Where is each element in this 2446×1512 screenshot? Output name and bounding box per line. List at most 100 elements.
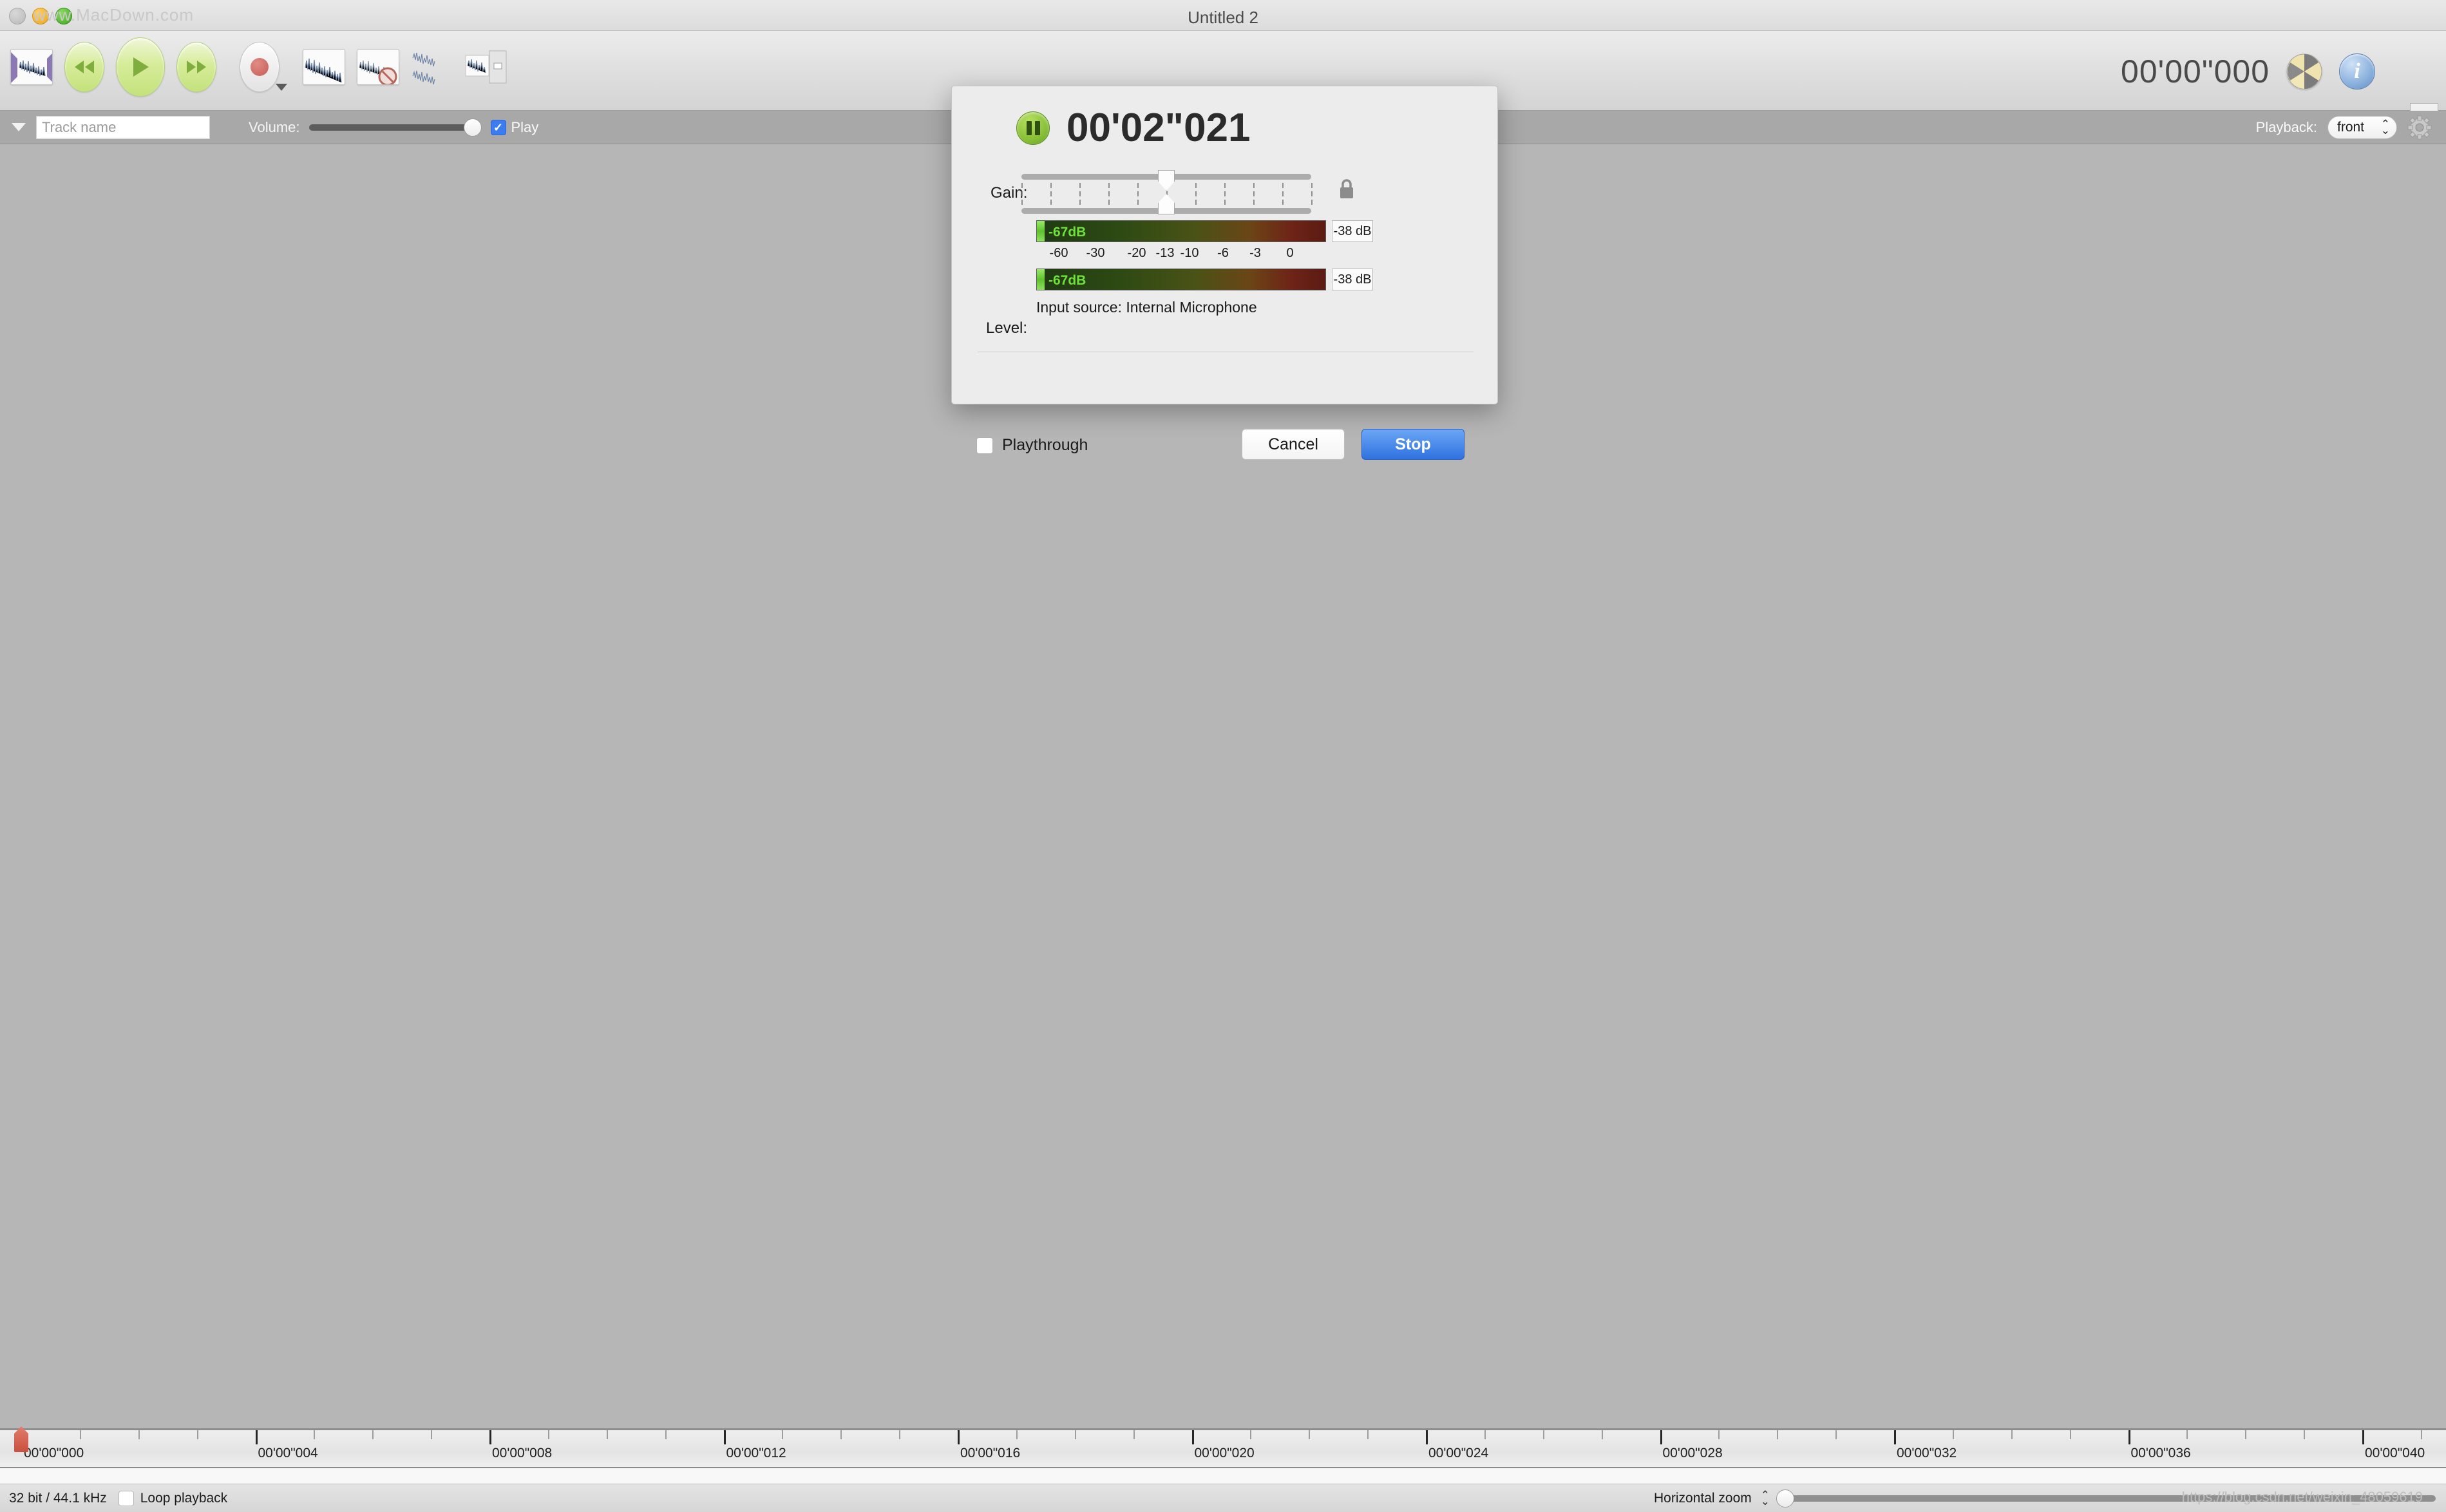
- level-scale-tick: -6: [1217, 246, 1229, 260]
- trim-selection-button[interactable]: [10, 49, 53, 85]
- scroll-track[interactable]: [0, 1468, 2446, 1484]
- audio-format-label: 32 bit / 44.1 kHz: [9, 1490, 107, 1506]
- edit-waveform-button[interactable]: [465, 49, 507, 85]
- horizontal-zoom-knob[interactable]: [1776, 1489, 1794, 1507]
- volume-slider[interactable]: [308, 118, 482, 137]
- play-toggle[interactable]: Play: [490, 118, 539, 136]
- gain-tick: [1282, 183, 1284, 205]
- record-button[interactable]: [240, 42, 287, 92]
- ruler-tick-label: 00'00"004: [258, 1446, 318, 1460]
- playback-select[interactable]: front ⌃ ⌄: [2327, 115, 2397, 139]
- ruler-tick-label: 00'00"036: [2130, 1446, 2191, 1460]
- disclosure-triangle-icon[interactable]: [12, 123, 26, 131]
- volume-slider-knob[interactable]: [463, 118, 482, 137]
- ruler-tick-minor: [840, 1430, 842, 1439]
- ruler-tick-label: 00'00"032: [1897, 1446, 1957, 1460]
- input-source-label: Input source: Internal Microphone: [1036, 299, 1257, 316]
- gain-control: Gain:: [952, 170, 1499, 215]
- ruler-tick-minor: [314, 1430, 316, 1439]
- ruler-tick-minor: [547, 1430, 549, 1439]
- ruler-tick-minor: [2069, 1430, 2071, 1439]
- level-scale-tick: -60: [1049, 246, 1068, 260]
- ruler-tick-major: [723, 1430, 726, 1444]
- ruler-tick-label: 00'00"012: [726, 1446, 786, 1460]
- playthrough-label: Playthrough: [1002, 436, 1088, 454]
- status-bar: 32 bit / 44.1 kHz Loop playback Horizont…: [0, 1484, 2446, 1512]
- gain-tick: [1079, 183, 1081, 205]
- ruler-tick-minor: [665, 1430, 667, 1439]
- gain-tick: [1137, 183, 1139, 205]
- gear-icon[interactable]: [2407, 115, 2432, 140]
- loop-playback-label: Loop playback: [140, 1490, 228, 1506]
- rewind-icon: [64, 42, 104, 92]
- level-meter-right-reading: -67dB: [1048, 273, 1086, 288]
- ruler-tick-major: [1426, 1430, 1428, 1444]
- level-scale-tick: -20: [1127, 246, 1146, 260]
- ruler-tick-major: [255, 1430, 258, 1444]
- gain-tick: [1224, 183, 1226, 205]
- ruler-tick-minor: [1835, 1430, 1837, 1439]
- play-icon: [116, 37, 165, 97]
- ruler-tick-minor: [1133, 1430, 1135, 1439]
- play-label: Play: [511, 118, 539, 135]
- ruler-tick-label: 00'00"024: [1428, 1446, 1489, 1460]
- normalize-button[interactable]: [303, 49, 345, 85]
- gain-tick: [1050, 183, 1052, 205]
- pause-icon[interactable]: [1016, 111, 1050, 145]
- play-button[interactable]: [116, 37, 165, 97]
- ruler-tick-major: [1894, 1430, 1896, 1444]
- zoom-stepper-icon[interactable]: ⌃ ⌄: [1761, 1489, 1770, 1507]
- record-options-caret-icon[interactable]: [276, 84, 287, 91]
- ruler-tick-minor: [431, 1430, 433, 1439]
- lock-icon[interactable]: [1338, 178, 1355, 200]
- info-icon[interactable]: i: [2339, 53, 2375, 90]
- silence-button[interactable]: [357, 49, 399, 85]
- ruler-tick-major: [1191, 1430, 1194, 1444]
- db-field-left[interactable]: -38 dB: [1332, 220, 1373, 242]
- ruler-tick-minor: [1601, 1430, 1603, 1439]
- loop-playback-checkbox[interactable]: [118, 1490, 134, 1506]
- cancel-button[interactable]: Cancel: [1242, 429, 1345, 460]
- stop-button[interactable]: Stop: [1361, 429, 1465, 460]
- gain-tick: [1311, 183, 1313, 205]
- burn-icon[interactable]: [2286, 53, 2322, 90]
- gain-tick: [1021, 183, 1023, 205]
- horizontal-zoom-label: Horizontal zoom: [1654, 1490, 1752, 1506]
- ruler-tick-label: 00'00"028: [1662, 1446, 1723, 1460]
- playhead-marker-icon[interactable]: [14, 1426, 28, 1452]
- dialog-clock: 00'02"021: [1067, 106, 1251, 150]
- gain-tick: [1253, 183, 1255, 205]
- ruler-tick-minor: [1484, 1430, 1486, 1439]
- level-label: Level:: [986, 319, 1028, 337]
- ruler-tick-minor: [1952, 1430, 1954, 1439]
- watermark-bottom: https://blog.csdn.net/weixin_48059619: [2181, 1489, 2423, 1505]
- playthrough-checkbox[interactable]: [976, 437, 993, 454]
- title-bar: www.MacDown.com Untitled 2: [0, 0, 2446, 31]
- level-scale-tick: -10: [1180, 246, 1199, 260]
- ruler-tick-minor: [1542, 1430, 1544, 1439]
- normalize-icon: [303, 49, 345, 85]
- ruler-tick-minor: [2304, 1430, 2306, 1439]
- ruler-tick-minor: [372, 1430, 374, 1439]
- db-field-right[interactable]: -38 dB: [1332, 269, 1373, 290]
- ruler-tick-minor: [1074, 1430, 1076, 1439]
- rewind-button[interactable]: [64, 42, 104, 92]
- volume-label: Volume:: [249, 118, 300, 135]
- ruler-tick-minor: [2420, 1430, 2422, 1439]
- timeline-ruler[interactable]: 00'00"000 00'00"004 00'00"008 00'00"012 00'0…: [0, 1426, 2446, 1468]
- fast-forward-button[interactable]: [176, 42, 216, 92]
- chevron-updown-icon: ⌃ ⌄: [2380, 118, 2390, 137]
- ruler-tick-minor: [2011, 1430, 2013, 1439]
- split-channels-button[interactable]: [411, 49, 453, 85]
- ruler-tick-minor: [1777, 1430, 1779, 1439]
- ruler-tick-label: 00'00"020: [1194, 1446, 1255, 1460]
- edit-waveform-icon: [465, 49, 507, 85]
- track-name-input[interactable]: Track name: [36, 115, 210, 139]
- play-checkbox[interactable]: [490, 119, 506, 135]
- level-meter-left-reading: -67dB: [1048, 225, 1086, 240]
- level-scale: -60 -30 -20 -13 -10 -6 -3 0: [1036, 246, 1326, 263]
- level-meter-left: -67dB: [1036, 220, 1326, 242]
- level-scale-tick: -13: [1155, 246, 1175, 260]
- ruler-tick-label: 00'00"016: [960, 1446, 1021, 1460]
- playthrough-toggle[interactable]: Playthrough: [976, 436, 1088, 455]
